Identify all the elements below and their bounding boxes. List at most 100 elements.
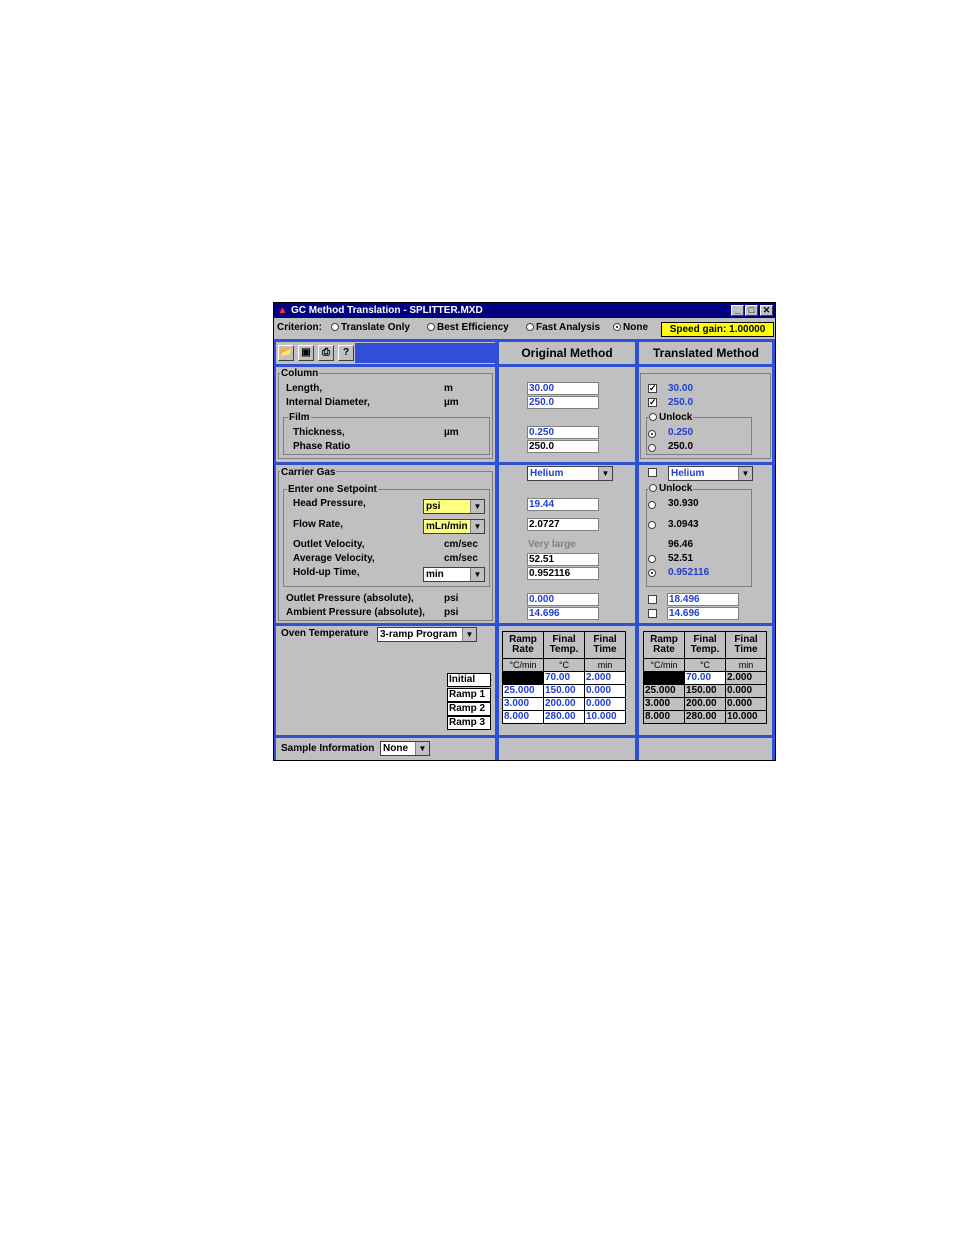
trans-carrier-gas-select[interactable]: Helium ▼ (668, 466, 753, 481)
lock-ambient-pressure-checkbox[interactable] (648, 609, 657, 618)
table-cell[interactable]: 0.000 (584, 684, 626, 698)
table-cell[interactable]: 0.000 (584, 697, 626, 711)
table-cell (502, 671, 544, 685)
head-pressure-unit-select[interactable]: psi ▼ (423, 499, 485, 514)
thickness-radio[interactable] (648, 429, 658, 440)
orig-flow-rate-field[interactable]: 2.0727 (527, 518, 599, 531)
lock-length-checkbox[interactable]: ✓ (648, 384, 657, 393)
orig-hold-up-time-field[interactable]: 0.952116 (527, 567, 599, 580)
radio-icon (648, 555, 656, 564)
table-row: 3.000 200.00 0.000 (502, 697, 626, 711)
film-unlock-radio[interactable]: Unlock (648, 412, 694, 424)
table-cell[interactable]: 150.00 (543, 684, 585, 698)
divider (274, 339, 775, 342)
lock-internal-diameter-checkbox[interactable]: ✓ (648, 398, 657, 407)
orig-carrier-gas-select[interactable]: Helium ▼ (527, 466, 613, 481)
radio-selected-icon (648, 430, 656, 439)
internal-diameter-unit: µm (444, 397, 459, 408)
chevron-down-icon: ▼ (470, 500, 484, 513)
orig-average-velocity-field[interactable]: 52.51 (527, 553, 599, 566)
trans-outlet-velocity-value: 96.46 (668, 539, 694, 550)
title-bar[interactable]: ▲ GC Method Translation - SPLITTER.MXD _… (274, 303, 775, 318)
table-row: 70.00 2.000 (502, 671, 626, 685)
flow-rate-unit-select[interactable]: mLn/min ▼ (423, 519, 485, 534)
hold-up-time-unit-select[interactable]: min ▼ (423, 567, 485, 582)
orig-length-field[interactable]: 30.00 (527, 382, 599, 395)
trans-oven-table-wrap: Ramp Rate Final Temp. Final Time °C/min °C … (643, 631, 767, 724)
table-cell[interactable]: 2.000 (584, 671, 626, 685)
chevron-down-icon: ▼ (415, 742, 429, 755)
thickness-unit: µm (444, 427, 459, 438)
open-icon[interactable]: 📂 (278, 345, 294, 361)
setpoint-unlock-radio[interactable]: Unlock (648, 483, 694, 495)
table-row: 8.000 280.00 10.000 (502, 710, 626, 724)
radio-selected-icon (613, 323, 621, 332)
average-velocity-label: Average Velocity, (293, 553, 375, 564)
final-temp-header: Final Temp. (684, 631, 726, 659)
table-cell[interactable]: 25.000 (502, 684, 544, 698)
orig-outlet-velocity-value: Very large (528, 539, 576, 550)
radio-icon (648, 521, 656, 530)
table-cell (643, 671, 685, 685)
table-cell[interactable]: 8.000 (502, 710, 544, 724)
hold-up-time-radio[interactable] (648, 568, 658, 579)
minimize-button[interactable]: _ (731, 305, 744, 316)
orig-outlet-pressure-field[interactable]: 0.000 (527, 593, 599, 606)
help-icon[interactable]: ? (338, 345, 354, 361)
table-row: 25.000 150.00 0.000 (643, 684, 767, 698)
unit-cell: °C (543, 658, 585, 672)
average-velocity-unit: cm/sec (444, 553, 478, 564)
radio-fast-analysis[interactable]: Fast Analysis (526, 321, 600, 335)
phase-ratio-label: Phase Ratio (293, 441, 351, 452)
radio-none[interactable]: None (613, 321, 648, 335)
orig-ambient-pressure-field[interactable]: 14.696 (527, 607, 599, 620)
print-icon[interactable]: ⎙ (318, 345, 334, 361)
thickness-label: Thickness, (293, 427, 345, 438)
sample-information-select[interactable]: None ▼ (380, 741, 430, 756)
trans-thickness-value: 0.250 (668, 427, 694, 438)
orig-internal-diameter-field[interactable]: 250.0 (527, 396, 599, 409)
ambient-pressure-unit: psi (444, 607, 459, 618)
orig-head-pressure-field[interactable]: 19.44 (527, 498, 599, 511)
window-title: GC Method Translation - SPLITTER.MXD (291, 305, 483, 316)
table-cell[interactable]: 70.00 (543, 671, 585, 685)
orig-thickness-field[interactable]: 0.250 (527, 426, 599, 439)
flow-rate-radio[interactable] (648, 520, 658, 531)
oven-program-select[interactable]: 3-ramp Program ▼ (377, 627, 477, 642)
radio-translate-only[interactable]: Translate Only (331, 321, 410, 335)
head-pressure-radio[interactable] (648, 500, 658, 511)
gc-method-translation-window: ▲ GC Method Translation - SPLITTER.MXD _… (273, 302, 776, 761)
table-cell[interactable]: 200.00 (543, 697, 585, 711)
oven-row-initial: Initial (447, 673, 491, 687)
table-cell: 280.00 (684, 710, 726, 724)
phase-ratio-radio[interactable] (648, 443, 658, 454)
table-cell[interactable]: 10.000 (584, 710, 626, 724)
table-cell[interactable]: 280.00 (543, 710, 585, 724)
unit-cell: min (584, 658, 626, 672)
table-cell: 10.000 (725, 710, 767, 724)
radio-best-efficiency[interactable]: Best Efficiency (427, 321, 509, 335)
outlet-velocity-label: Outlet Velocity, (293, 539, 365, 550)
divider (274, 341, 276, 760)
lock-outlet-pressure-checkbox[interactable] (648, 595, 657, 604)
orig-phase-ratio-field[interactable]: 250.0 (527, 440, 599, 453)
final-time-header: Final Time (725, 631, 767, 659)
close-button[interactable]: ✕ (760, 305, 773, 316)
trans-outlet-pressure-field[interactable]: 18.496 (667, 593, 739, 606)
average-velocity-radio[interactable] (648, 554, 658, 565)
trans-length-value: 30.00 (668, 383, 694, 394)
outlet-velocity-unit: cm/sec (444, 539, 478, 550)
table-cell[interactable]: 3.000 (502, 697, 544, 711)
lock-carrier-gas-checkbox[interactable] (648, 468, 657, 477)
maximize-button[interactable]: □ (745, 305, 758, 316)
toolbar-band (355, 343, 495, 363)
length-unit: m (444, 383, 453, 394)
save-icon[interactable]: ▣ (298, 345, 314, 361)
table-cell: 200.00 (684, 697, 726, 711)
trans-average-velocity-value: 52.51 (668, 553, 694, 564)
divider (274, 735, 775, 738)
trans-ambient-pressure-field[interactable]: 14.696 (667, 607, 739, 620)
table-row: 3.000 200.00 0.000 (643, 697, 767, 711)
outlet-pressure-unit: psi (444, 593, 459, 604)
chevron-down-icon: ▼ (470, 520, 484, 533)
